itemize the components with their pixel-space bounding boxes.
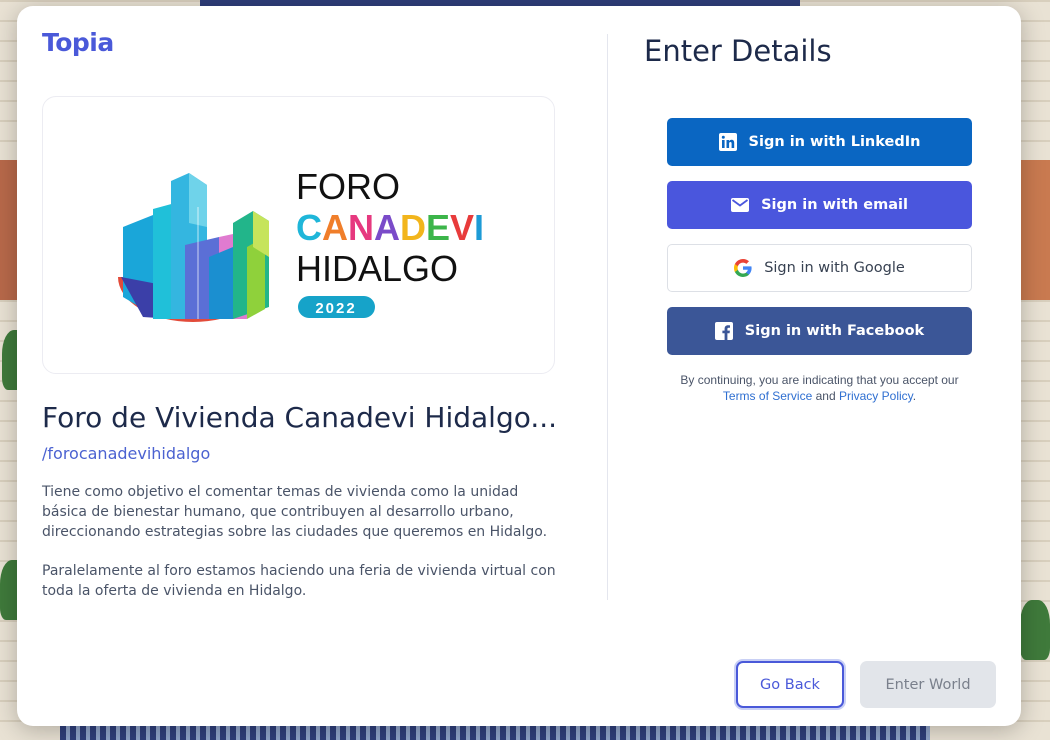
details-title: Enter Details: [644, 34, 832, 68]
space-handle: /forocanadevihidalgo: [42, 444, 211, 463]
banner-line2-letter: I: [474, 207, 484, 248]
topia-logo: Topia: [42, 28, 114, 57]
terms-prefix: By continuing, you are indicating that y…: [680, 373, 959, 387]
banner-line2-letter: C: [296, 207, 322, 248]
terms-notice: By continuing, you are indicating that y…: [667, 372, 972, 404]
banner-line2: CANADEVI: [296, 207, 484, 248]
description-paragraph: Paralelamente al foro estamos haciendo u…: [42, 563, 556, 599]
banner-line2-letter: V: [450, 207, 474, 248]
terms-and: and: [815, 389, 836, 403]
banner-line1: FORO: [296, 166, 400, 207]
sign-in-email-button[interactable]: Sign in with email: [667, 181, 972, 229]
privacy-policy-link[interactable]: Privacy Policy: [839, 389, 913, 403]
sign-in-facebook-label: Sign in with Facebook: [744, 323, 925, 339]
banner-line3: HIDALGO: [296, 248, 458, 289]
facebook-icon: [714, 322, 733, 340]
space-banner-art: FORO CANADEVI HIDALGO 2022: [118, 166, 484, 322]
sign-in-google-button[interactable]: Sign in with Google: [667, 244, 972, 292]
sign-in-email-label: Sign in with email: [761, 197, 908, 213]
sign-in-google-label: Sign in with Google: [764, 260, 905, 276]
world-tree: [1020, 600, 1050, 660]
description-paragraph: Tiene como objetivo el comentar temas de…: [42, 484, 548, 540]
enter-space-modal: Topia FORO CANADEVI HIDALGO 2022 Foro de…: [17, 6, 1021, 726]
sign-in-linkedin-label: Sign in with LinkedIn: [748, 134, 921, 150]
space-banner: FORO CANADEVI HIDALGO 2022: [42, 96, 555, 374]
banner-line2-letter: A: [322, 207, 348, 248]
envelope-icon: [731, 196, 750, 214]
go-back-button[interactable]: Go Back: [736, 661, 844, 708]
linkedin-icon: [718, 133, 737, 151]
buildings-illustration: [118, 173, 269, 322]
terms-of-service-link[interactable]: Terms of Service: [723, 389, 812, 403]
banner-line2-letter: N: [348, 207, 374, 248]
banner-line2-letter: D: [400, 207, 426, 248]
enter-world-button[interactable]: Enter World: [860, 661, 996, 708]
terms-suffix: .: [912, 389, 917, 403]
world-building-right: [1020, 160, 1050, 300]
sign-in-facebook-button[interactable]: Sign in with Facebook: [667, 307, 972, 355]
google-icon: [734, 259, 752, 277]
world-fence: [60, 726, 930, 740]
column-divider: [607, 34, 608, 600]
space-title: Foro de Vivienda Canadevi Hidalgo...: [42, 401, 558, 434]
sign-in-linkedin-button[interactable]: Sign in with LinkedIn: [667, 118, 972, 166]
space-description: Tiene como objetivo el comentar temas de…: [42, 482, 562, 620]
banner-year: 2022: [315, 300, 356, 317]
banner-line2-letter: E: [426, 207, 450, 248]
banner-line2-letter: A: [374, 207, 400, 248]
